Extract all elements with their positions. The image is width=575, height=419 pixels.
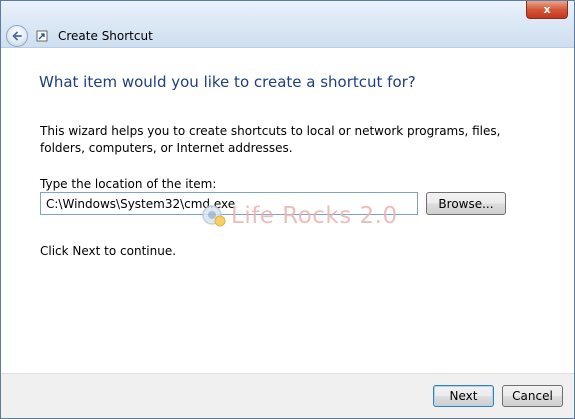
- create-shortcut-window: Create Shortcut x What item would you li…: [0, 0, 575, 419]
- watermark: Life Rocks 2.0: [201, 203, 398, 229]
- back-button[interactable]: [6, 25, 28, 47]
- page-heading: What item would you like to create a sho…: [39, 73, 416, 91]
- back-arrow-icon: [12, 31, 22, 41]
- close-icon: x: [543, 3, 551, 16]
- browse-button[interactable]: Browse...: [426, 192, 506, 215]
- next-button[interactable]: Next: [433, 385, 494, 407]
- title-bar: Create Shortcut x: [1, 1, 574, 48]
- window-title: Create Shortcut: [58, 29, 153, 43]
- cancel-button[interactable]: Cancel: [502, 385, 563, 407]
- wizard-description: This wizard helps you to create shortcut…: [40, 124, 501, 155]
- watermark-text: Life Rocks 2.0: [231, 203, 398, 229]
- watermark-logo-icon: [202, 205, 226, 227]
- close-button[interactable]: x: [526, 1, 568, 19]
- location-label: Type the location of the item:: [40, 177, 217, 191]
- shortcut-wizard-icon: [36, 30, 48, 42]
- continue-instruction: Click Next to continue.: [40, 244, 177, 258]
